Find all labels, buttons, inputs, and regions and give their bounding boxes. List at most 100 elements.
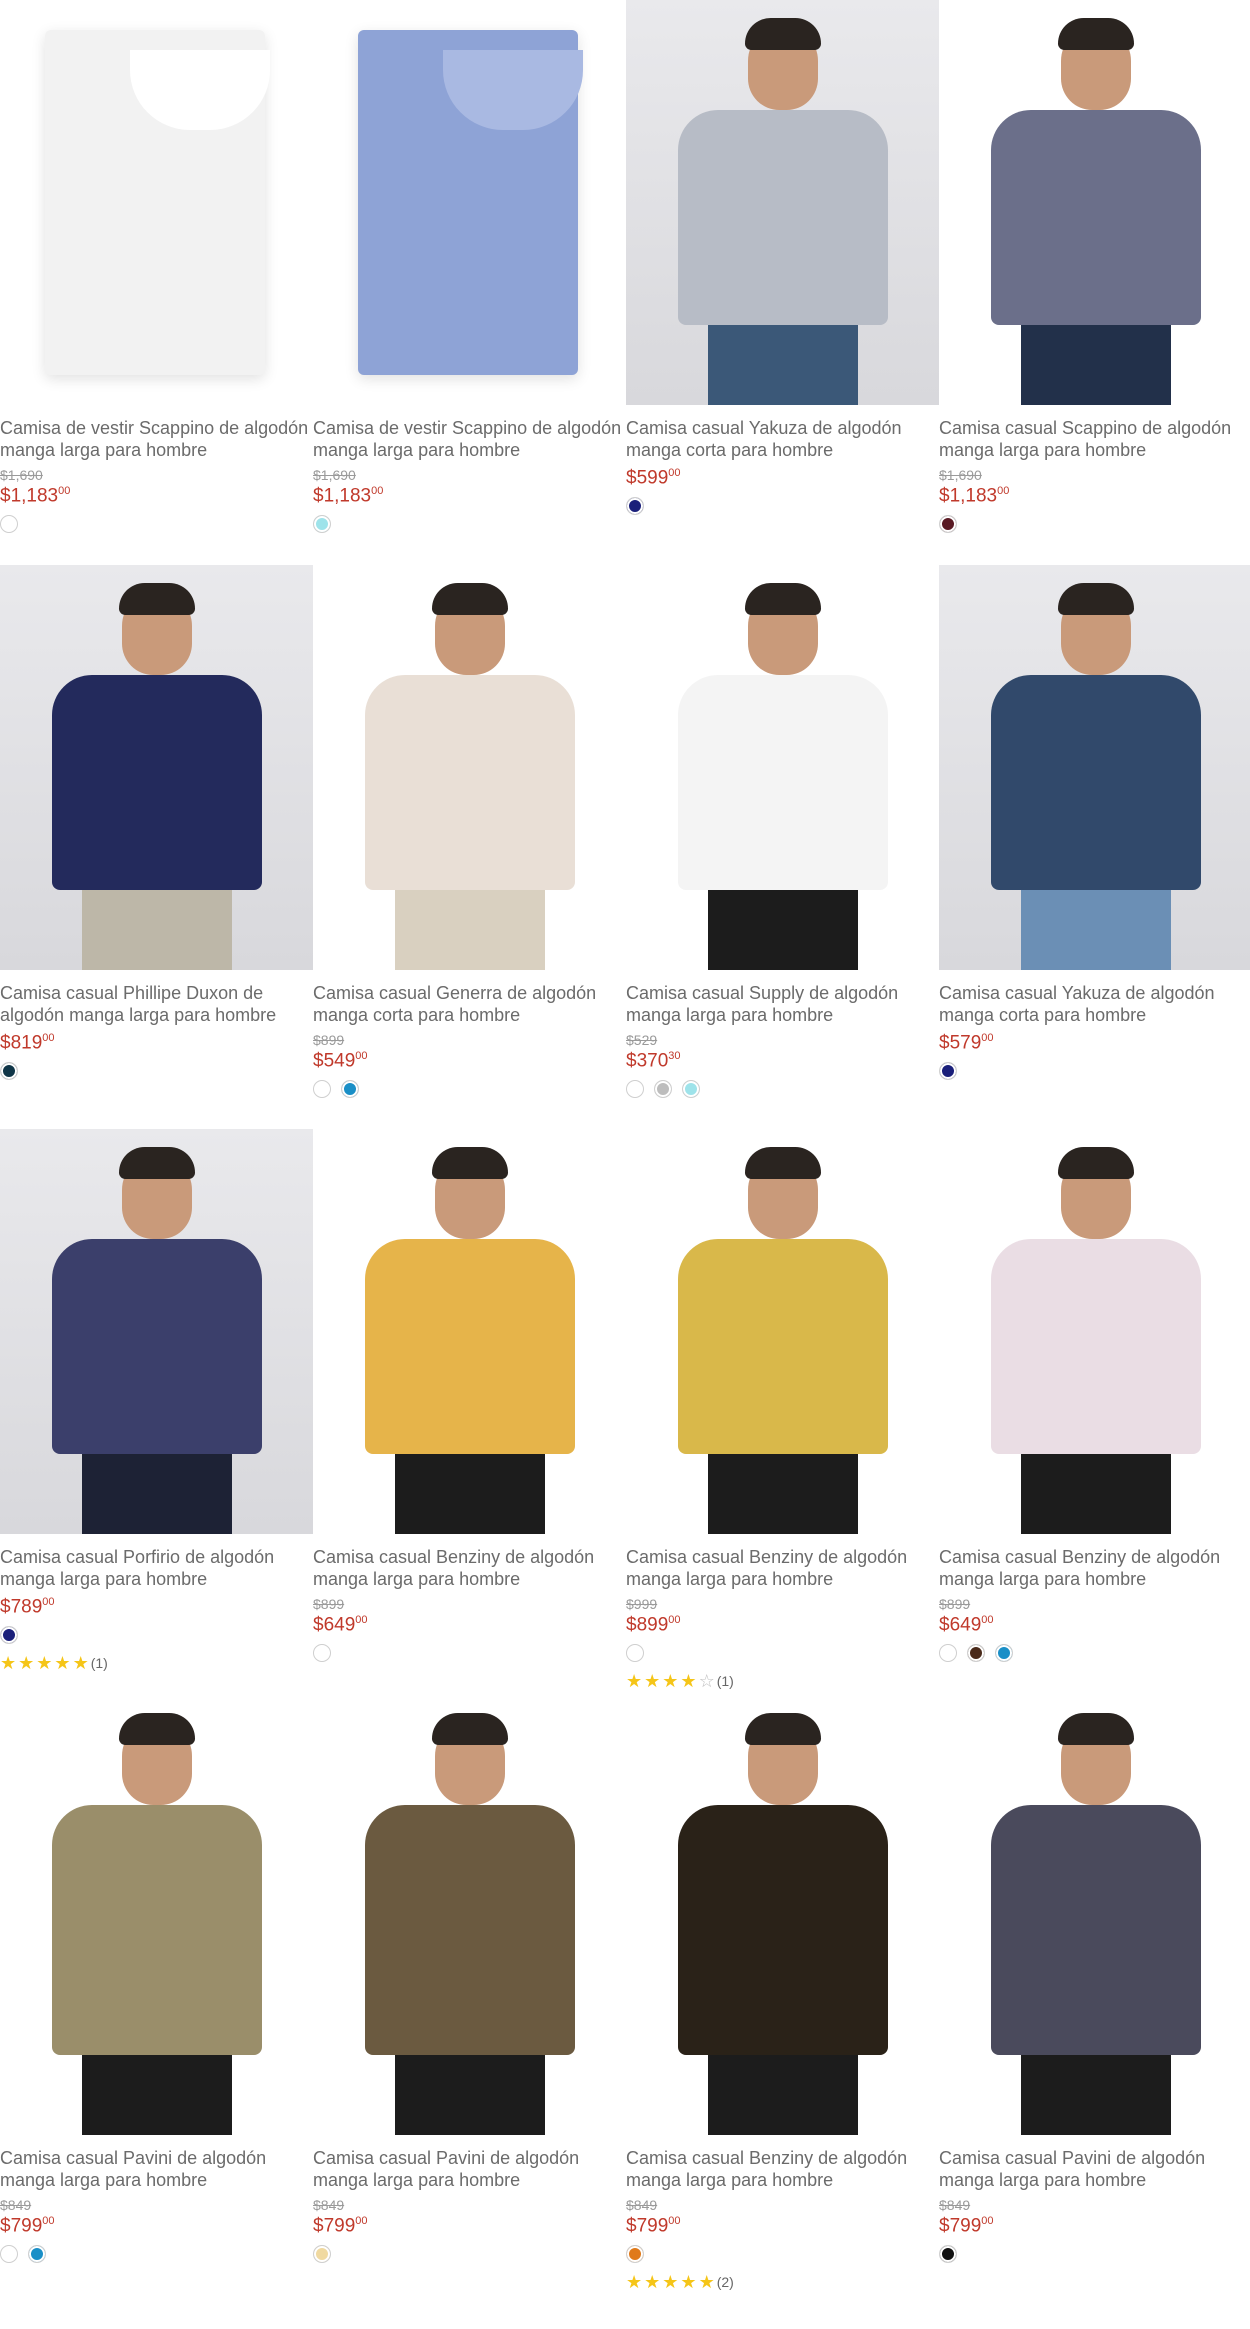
product-title[interactable]: Camisa casual Supply de algodón manga la… [626,982,939,1026]
sale-price: $1,18300 [0,485,70,507]
product-title[interactable]: Camisa casual Pavini de algodón manga la… [0,2147,313,2191]
product-card[interactable]: Camisa casual Porfirio de algodón manga … [0,1129,313,1689]
star-icon: ★ [662,2272,679,2292]
product-card[interactable]: Camisa casual Generra de algodón manga c… [313,565,626,1125]
product-image[interactable] [626,1695,939,2135]
model-hair [1057,583,1134,615]
product-card[interactable]: Camisa casual Yakuza de algodón manga co… [939,565,1250,1125]
star-icon: ★ [626,2272,643,2292]
product-title[interactable]: Camisa casual Porfirio de algodón manga … [0,1546,313,1590]
color-swatch[interactable] [939,1062,957,1080]
star-icon: ★ [72,1653,89,1673]
product-image[interactable] [626,565,939,970]
product-card[interactable]: Camisa casual Pavini de algodón manga la… [0,1695,313,2263]
review-count: (1) [90,1655,108,1671]
sale-price: $64900 [313,1614,368,1636]
sale-price: $57900 [939,1032,994,1054]
product-card[interactable]: Camisa casual Benziny de algodón manga l… [626,1129,939,1690]
product-image[interactable] [939,565,1250,970]
star-icon: ★ [662,1671,679,1691]
product-image[interactable] [626,1129,939,1534]
product-title[interactable]: Camisa casual Benziny de algodón manga l… [939,1546,1250,1590]
color-swatches [0,1626,18,1644]
star-rating[interactable]: ★ ★ ★ ★ ★ (2) [626,2273,734,2291]
product-card[interactable]: Camisa casual Benziny de algodón manga l… [313,1129,626,1689]
product-card[interactable]: Camisa casual Pavini de algodón manga la… [939,1695,1250,2263]
color-swatch[interactable] [0,1626,18,1644]
model-shirt [677,110,888,325]
product-image[interactable] [0,1695,313,2135]
product-title[interactable]: Camisa casual Pavini de algodón manga la… [313,2147,626,2191]
product-image[interactable] [939,0,1250,405]
color-swatch[interactable] [626,1080,644,1098]
product-title[interactable]: Camisa casual Yakuza de algodón manga co… [939,982,1250,1026]
color-swatches [0,2245,46,2263]
color-swatch[interactable] [313,2245,331,2263]
original-price: $529 [626,1032,658,1048]
color-swatch[interactable] [654,1080,672,1098]
product-title[interactable]: Camisa casual Benziny de algodón manga l… [313,1546,626,1590]
product-card[interactable]: Camisa casual Scappino de algodón manga … [939,0,1250,560]
product-title[interactable]: Camisa casual Phillipe Duxon de algodón … [0,982,313,1026]
color-swatch[interactable] [341,1080,359,1098]
color-swatches [0,515,18,533]
model-shirt [677,1805,888,2055]
product-card[interactable]: Camisa casual Pavini de algodón manga la… [313,1695,626,2263]
price-cents: 00 [355,2215,368,2227]
star-rating[interactable]: ★ ★ ★ ★ ☆ (1) [626,1672,734,1690]
product-card[interactable]: Camisa casual Benziny de algodón manga l… [626,1695,939,2291]
color-swatch[interactable] [967,1644,985,1662]
product-title[interactable]: Camisa casual Scappino de algodón manga … [939,417,1250,461]
product-title[interactable]: Camisa casual Yakuza de algodón manga co… [626,417,939,461]
color-swatch[interactable] [626,1644,644,1662]
product-image[interactable] [313,1695,626,2135]
color-swatch[interactable] [626,497,644,515]
color-swatch[interactable] [0,2245,18,2263]
product-title[interactable]: Camisa casual Benziny de algodón manga l… [626,1546,939,1590]
color-swatch[interactable] [995,1644,1013,1662]
product-image[interactable] [939,1695,1250,2135]
product-image[interactable] [0,0,313,405]
product-title[interactable]: Camisa de vestir Scappino de algodón man… [313,417,626,461]
color-swatch[interactable] [0,515,18,533]
product-image[interactable] [626,0,939,405]
product-card[interactable]: Camisa de vestir Scappino de algodón man… [0,0,313,560]
price-cents: 00 [668,467,681,479]
star-icon: ☆ [698,1671,715,1691]
product-card[interactable]: Camisa casual Benziny de algodón manga l… [939,1129,1250,1689]
price-cents: 00 [668,2215,681,2227]
product-image[interactable] [313,565,626,970]
color-swatch[interactable] [313,1080,331,1098]
color-swatch[interactable] [939,1644,957,1662]
sale-price: $89900 [626,1614,681,1636]
color-swatch[interactable] [682,1080,700,1098]
star-icon: ★ [626,1671,643,1691]
sale-price: $79900 [313,2215,368,2237]
product-image[interactable] [313,0,626,405]
model-pants [1020,325,1171,405]
star-icon: ★ [644,1671,661,1691]
color-swatch[interactable] [939,2245,957,2263]
product-card[interactable]: Camisa casual Phillipe Duxon de algodón … [0,565,313,1125]
product-image[interactable] [0,565,313,970]
original-price: $1,690 [939,467,982,483]
color-swatch[interactable] [28,2245,46,2263]
product-image[interactable] [939,1129,1250,1534]
color-swatch[interactable] [626,2245,644,2263]
product-image[interactable] [313,1129,626,1534]
color-swatch[interactable] [313,515,331,533]
price-cents: 00 [42,1032,55,1044]
product-image[interactable] [0,1129,313,1534]
price-amount: $899 [626,1614,669,1636]
product-card[interactable]: Camisa casual Yakuza de algodón manga co… [626,0,939,560]
product-card[interactable]: Camisa casual Supply de algodón manga la… [626,565,939,1125]
product-title[interactable]: Camisa casual Generra de algodón manga c… [313,982,626,1026]
color-swatch[interactable] [313,1644,331,1662]
product-title[interactable]: Camisa de vestir Scappino de algodón man… [0,417,313,461]
star-rating[interactable]: ★ ★ ★ ★ ★ (1) [0,1654,108,1672]
product-card[interactable]: Camisa de vestir Scappino de algodón man… [313,0,626,560]
color-swatch[interactable] [939,515,957,533]
product-title[interactable]: Camisa casual Benziny de algodón manga l… [626,2147,939,2191]
product-title[interactable]: Camisa casual Pavini de algodón manga la… [939,2147,1250,2191]
color-swatch[interactable] [0,1062,18,1080]
